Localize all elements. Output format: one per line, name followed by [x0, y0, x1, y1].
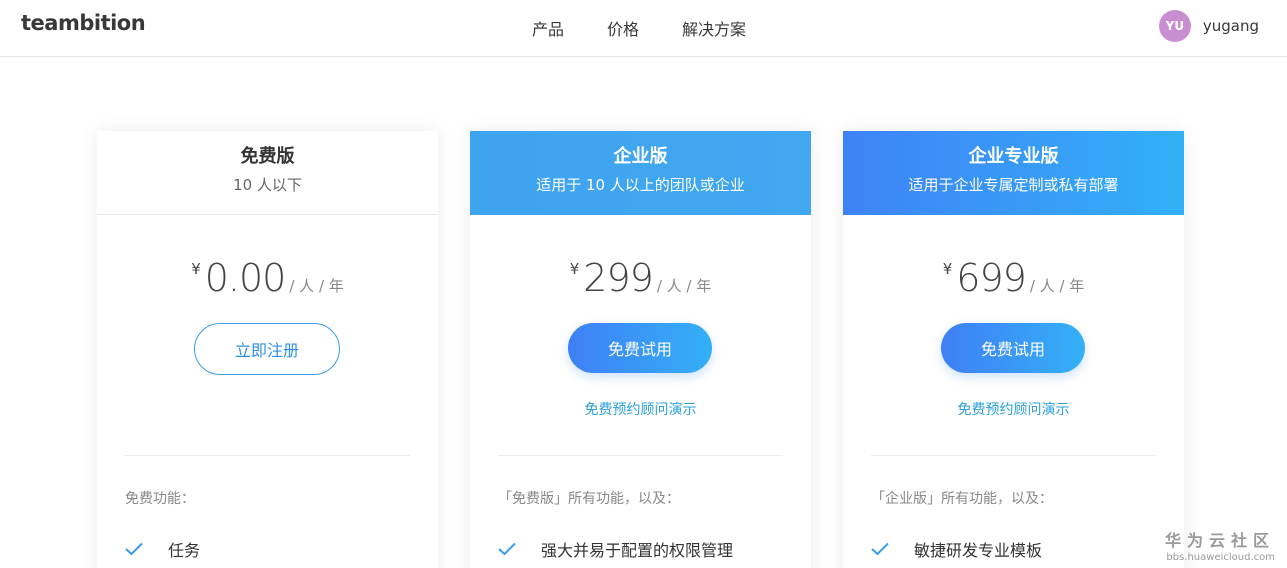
divider: [498, 455, 783, 456]
plan-subtitle: 10 人以下: [233, 176, 302, 194]
features-title: 「免费版」所有功能，以及：: [498, 491, 680, 507]
plan-header: 免费版 10 人以下: [97, 131, 438, 215]
book-demo-link[interactable]: 免费预约顾问演示: [843, 399, 1184, 419]
price-unit: / 人 / 年: [656, 277, 712, 295]
teambition-logo[interactable]: teambition: [21, 11, 146, 35]
watermark-url: bbs.huaweicloud.com: [1166, 552, 1275, 563]
plan-name: 企业专业版: [968, 146, 1059, 167]
price: ¥699/ 人 / 年: [843, 256, 1184, 300]
nav-item-pricing[interactable]: 价格: [607, 16, 639, 40]
watermark: 华为云社区 bbs.huaweicloud.com: [1165, 527, 1275, 563]
check-icon: [871, 542, 889, 556]
plan-subtitle: 适用于企业专属定制或私有部署: [908, 176, 1119, 194]
divider: [871, 455, 1156, 456]
register-button[interactable]: 立即注册: [194, 323, 340, 375]
price-amount: 699: [956, 256, 1027, 300]
price: ¥299/ 人 / 年: [470, 256, 811, 300]
check-icon: [498, 542, 516, 556]
price-unit: / 人 / 年: [289, 277, 344, 295]
free-trial-button[interactable]: 免费试用: [568, 323, 712, 373]
nav-item-product[interactable]: 产品: [532, 16, 564, 40]
avatar[interactable]: YU: [1158, 10, 1191, 42]
price-unit: / 人 / 年: [1029, 277, 1085, 295]
feature-item: 任务: [125, 537, 200, 561]
plan-header: 企业版 适用于 10 人以上的团队或企业: [470, 131, 811, 215]
user-menu[interactable]: YU yugang: [1158, 10, 1259, 42]
watermark-title: 华为云社区: [1164, 531, 1275, 550]
currency-symbol: ¥: [569, 260, 580, 278]
check-icon: [125, 542, 143, 556]
plan-name: 免费版: [240, 146, 295, 167]
feature-item: 强大并易于配置的权限管理: [498, 537, 733, 561]
currency-symbol: ¥: [191, 260, 201, 278]
free-trial-button[interactable]: 免费试用: [941, 323, 1085, 373]
feature-label: 任务: [168, 541, 201, 560]
plan-header: 企业专业版 适用于企业专属定制或私有部署: [843, 131, 1184, 215]
book-demo-link[interactable]: 免费预约顾问演示: [470, 399, 811, 419]
plan-card-free: 免费版 10 人以下 ¥0.00/ 人 / 年 立即注册 免费功能： 任务: [97, 131, 438, 568]
plan-name: 企业版: [613, 146, 668, 167]
currency-symbol: ¥: [942, 260, 953, 278]
plan-card-enterprise: 企业版 适用于 10 人以上的团队或企业 ¥299/ 人 / 年 免费试用 免费…: [470, 131, 811, 568]
features-title: 免费功能：: [125, 491, 195, 507]
nav-item-solutions[interactable]: 解决方案: [682, 16, 746, 40]
main-nav: 产品 价格 解决方案: [532, 16, 789, 40]
username[interactable]: yugang: [1203, 17, 1259, 35]
price: ¥0.00/ 人 / 年: [97, 256, 438, 300]
price-amount: 0.00: [204, 256, 287, 300]
price-amount: 299: [583, 256, 654, 300]
features-title: 「企业版」所有功能，以及：: [871, 491, 1053, 507]
divider: [125, 455, 410, 456]
feature-label: 敏捷研发专业模板: [914, 541, 1043, 560]
feature-label: 强大并易于配置的权限管理: [541, 541, 734, 560]
feature-item: 敏捷研发专业模板: [871, 537, 1042, 561]
plan-subtitle: 适用于 10 人以上的团队或企业: [536, 176, 745, 194]
plan-card-enterprise-pro: 企业专业版 适用于企业专属定制或私有部署 ¥699/ 人 / 年 免费试用 免费…: [843, 131, 1184, 568]
top-header: teambition 产品 价格 解决方案 YU yugang: [0, 0, 1287, 57]
